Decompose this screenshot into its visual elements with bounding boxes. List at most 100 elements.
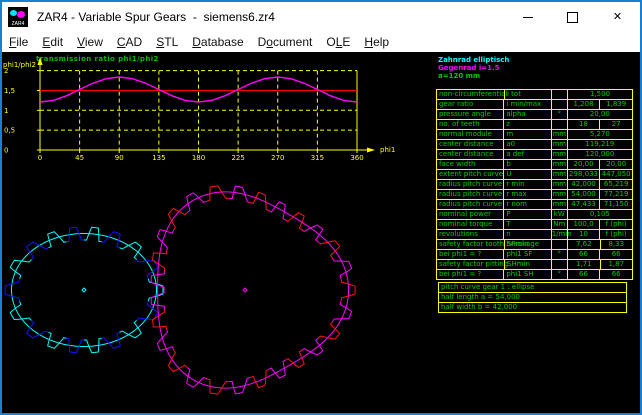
row-value-gear1: 20,00 (567, 160, 600, 169)
window-title: ZAR4 - Variable Spur Gears - siemens6.zr… (37, 10, 275, 24)
row-value-gear1: 1,208 (567, 100, 600, 109)
row-symbol: a0 (503, 140, 551, 149)
row-label: radius pitch curve (437, 190, 503, 199)
gear2-tooth (169, 208, 188, 230)
row-value-gear1: 66 (567, 250, 600, 259)
gear2-tooth (207, 186, 229, 201)
minimize-button[interactable] (505, 2, 550, 32)
row-symbol: alpha (503, 110, 551, 119)
row-unit: kW (551, 210, 567, 219)
row-value-gear2: 1,839 (599, 100, 632, 109)
gear1-tooth (66, 338, 84, 353)
x-tick-label: 0 (38, 154, 42, 162)
gear2-tooth (153, 251, 167, 271)
gear1-tooth (84, 338, 102, 353)
row-value-gear1: 66 (567, 270, 600, 279)
row-unit: ° (551, 250, 567, 259)
row-unit: mm (551, 180, 567, 189)
row-value-gear2: 66 (599, 250, 632, 259)
row-value: 119,219 (567, 140, 632, 149)
client-area: transmission ratio phi1/phi2 phi1/phi2 p… (2, 52, 640, 413)
row-symbol: P (503, 210, 551, 219)
row-symbol: i tot (504, 90, 551, 99)
table-row: bei phi1 = ?phi1 SH°6666 (436, 269, 633, 280)
row-value-gear2: 447,050 (599, 170, 632, 179)
x-axis-arrow (367, 148, 375, 153)
row-value-gear1: 100,0 (567, 220, 600, 229)
y-tick-label: 0 (4, 147, 8, 155)
x-tick-label: 90 (115, 154, 124, 162)
row-label: nominal torque (437, 220, 503, 229)
row-value-gear1: 298,033 (567, 170, 600, 179)
row-symbol: r nom (503, 200, 551, 209)
close-button[interactable]: ✕ (595, 2, 640, 32)
app-icon: ZAR4 (8, 7, 28, 27)
gear1-tooth (120, 320, 142, 337)
row-value: 5,270 (567, 130, 632, 139)
minimize-icon (523, 17, 533, 18)
x-tick-label: 135 (152, 154, 165, 162)
row-value-gear2: 27 (599, 120, 632, 129)
menu-item-document[interactable]: Document (251, 35, 320, 49)
row-label: face width (437, 160, 503, 169)
window-controls: ✕ (505, 2, 640, 32)
menu-item-edit[interactable]: Edit (35, 35, 70, 49)
menu-item-file[interactable]: File (2, 35, 35, 49)
row-symbol: SFmin (504, 240, 551, 249)
row-value-gear2: 20,00 (599, 160, 632, 169)
x-tick-label: 360 (350, 154, 363, 162)
gear2-tooth (332, 301, 351, 322)
x-tick-label: 180 (192, 154, 205, 162)
menu-item-view[interactable]: View (70, 35, 110, 49)
gear1-tooth (27, 242, 49, 259)
row-value-gear2: 1,87 (600, 260, 632, 269)
row-unit (551, 120, 567, 129)
gear-info-header: Zahnrad elliptisch Gegenrad i=1.5 a=120 … (438, 56, 509, 80)
menu-item-database[interactable]: Database (185, 35, 250, 49)
row-unit: mm (551, 200, 567, 209)
menu-bar: FileEditViewCADSTLDatabaseDocumentOLEHel… (2, 32, 640, 52)
row-value-gear1: 7,62 (567, 240, 599, 249)
row-value-gear1: 42,000 (567, 180, 600, 189)
gear2-tooth (332, 258, 351, 279)
menu-item-stl[interactable]: STL (149, 35, 185, 49)
row-symbol: SHmin (504, 260, 551, 269)
row-unit (551, 90, 567, 99)
row-symbol: r max (503, 190, 551, 199)
row-symbol: z (503, 120, 551, 129)
row-unit: mm (551, 170, 567, 179)
row-unit: Nm (551, 220, 567, 229)
row-value: 0,105 (567, 210, 632, 219)
row-symbol: U (503, 170, 551, 179)
row-value-gear2: 77,219 (599, 190, 632, 199)
gear2-tooth (285, 350, 304, 367)
row-symbol: T (503, 220, 551, 229)
row-value: 20,00 (567, 110, 632, 119)
row-label: nominal power (437, 210, 503, 219)
row-unit: mm (551, 150, 567, 159)
y-tick-label: 1 (4, 107, 8, 115)
gear1-tooth (66, 227, 84, 242)
row-label: non-circumferential (437, 90, 504, 99)
pitch-curve-info-row: half width b = 42,000 (438, 302, 627, 313)
row-value-gear1: 18 (567, 120, 600, 129)
menu-item-cad[interactable]: CAD (110, 35, 149, 49)
gear1-tooth (27, 320, 49, 337)
menu-item-help[interactable]: Help (357, 35, 396, 49)
maximize-icon (567, 12, 578, 23)
gear2-tooth (229, 186, 250, 202)
row-unit: ° (551, 110, 567, 119)
row-unit (551, 260, 567, 269)
row-label: center distance (437, 140, 503, 149)
row-value-gear1: 10 (567, 230, 600, 239)
maximize-button[interactable] (550, 2, 595, 32)
gear2-tooth (302, 225, 323, 242)
results-table: non-circumferentiali tot1,500gear ratioi… (436, 90, 633, 280)
row-unit (551, 240, 567, 249)
menu-item-ole[interactable]: OLE (319, 35, 357, 49)
gear2-tooth (153, 309, 167, 329)
icon-zar4-text: ZAR4 (8, 22, 28, 27)
row-label: safety factor tooth breakage (437, 240, 504, 249)
y-tick-label: 2 (4, 67, 8, 75)
y-tick-label: 0,5 (4, 127, 15, 135)
